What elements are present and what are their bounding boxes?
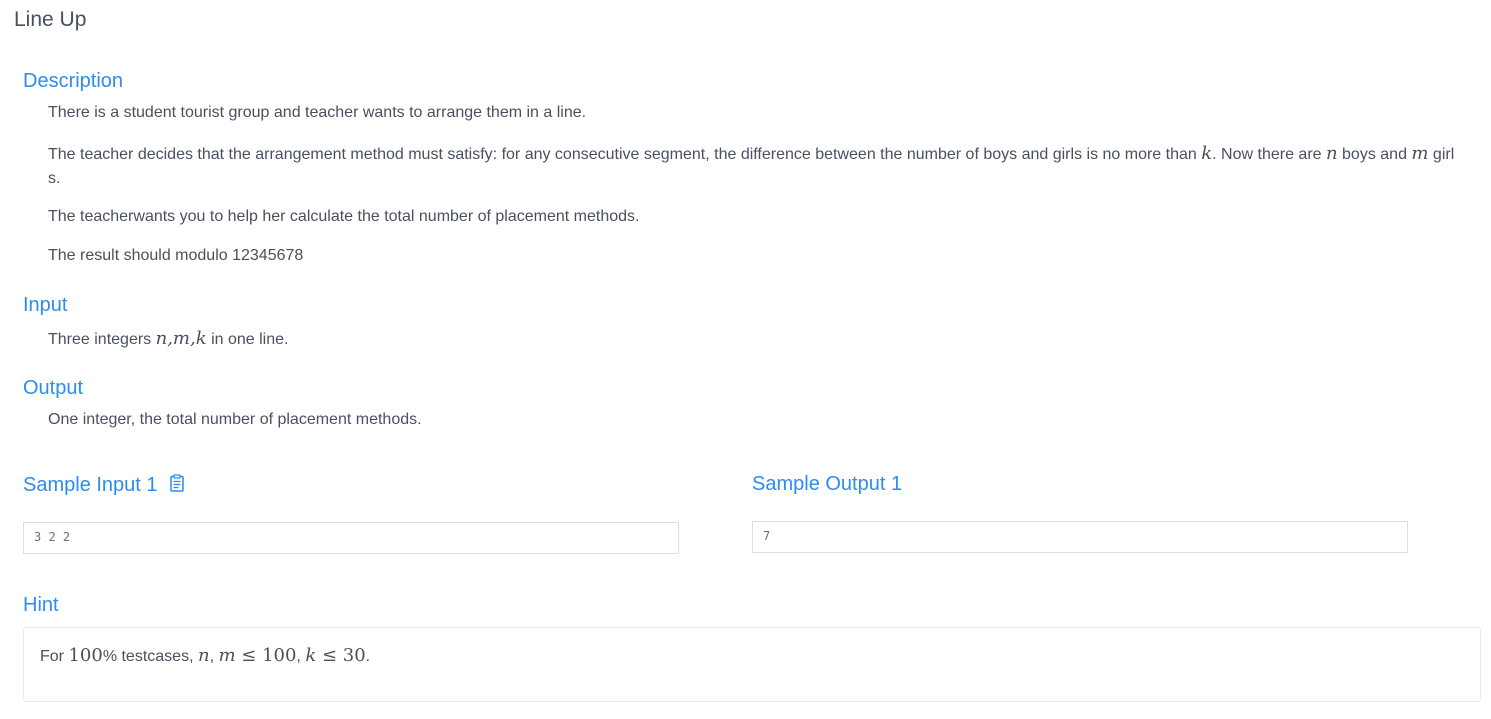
math-m: m: [1411, 143, 1429, 164]
math-le: ≤: [316, 645, 343, 666]
output-heading: Output: [23, 377, 84, 399]
sample-output-heading: Sample Output 1: [752, 473, 903, 495]
sample-input-heading: Sample Input 1: [23, 472, 184, 499]
description-paragraph-2: The teacher decides that the arrangement…: [48, 142, 1458, 191]
sample-input-label: Sample Input 1: [23, 474, 158, 496]
math-n: n: [1325, 143, 1338, 164]
hint-box: For 100% testcases, n, m ≤ 100, k ≤ 30.: [23, 627, 1481, 702]
math-m: m: [218, 645, 236, 666]
output-text: One integer, the total number of placeme…: [48, 411, 422, 428]
input-text-start: Three integers: [48, 331, 156, 348]
description-text: . Now there are: [1212, 146, 1326, 163]
sample-output-box[interactable]: 7: [752, 521, 1408, 553]
math-100-bound: 100: [262, 645, 297, 666]
math-le: ≤: [235, 645, 263, 666]
hint-heading: Hint: [23, 594, 59, 616]
math-k: k: [305, 645, 317, 666]
hint-text-part: % testcases,: [102, 648, 198, 665]
math-30: 30: [342, 645, 366, 666]
input-heading: Input: [23, 294, 68, 316]
hint-text: For 100% testcases, n, m ≤ 100, k ≤ 30.: [40, 644, 370, 669]
math-n: n: [197, 645, 210, 666]
description-paragraph-4: The result should modulo 12345678: [48, 247, 304, 264]
math-k: k: [1201, 143, 1213, 164]
description-heading: Description: [23, 70, 124, 92]
input-text-end: in one line.: [206, 331, 289, 348]
math-nmk: n,m,k: [155, 328, 207, 349]
description-text: boys and: [1337, 146, 1412, 163]
sample-input-box[interactable]: 3 2 2: [23, 522, 679, 554]
math-100: 100: [68, 645, 103, 666]
description-text: girl: [1428, 146, 1455, 163]
clipboard-icon[interactable]: [169, 473, 184, 499]
page-title: Line Up: [14, 8, 87, 31]
description-paragraph-1: There is a student tourist group and tea…: [48, 104, 587, 121]
description-text: s.: [48, 170, 61, 187]
hint-text-part: For: [40, 648, 69, 665]
description-text: The teacher decides that the arrangement…: [48, 146, 1202, 163]
description-paragraph-3: The teacherwants you to help her calcula…: [48, 208, 640, 225]
hint-text-part: ,: [296, 648, 306, 665]
input-text: Three integers n,m,k in one line.: [48, 327, 288, 352]
hint-text-part: .: [365, 648, 371, 665]
